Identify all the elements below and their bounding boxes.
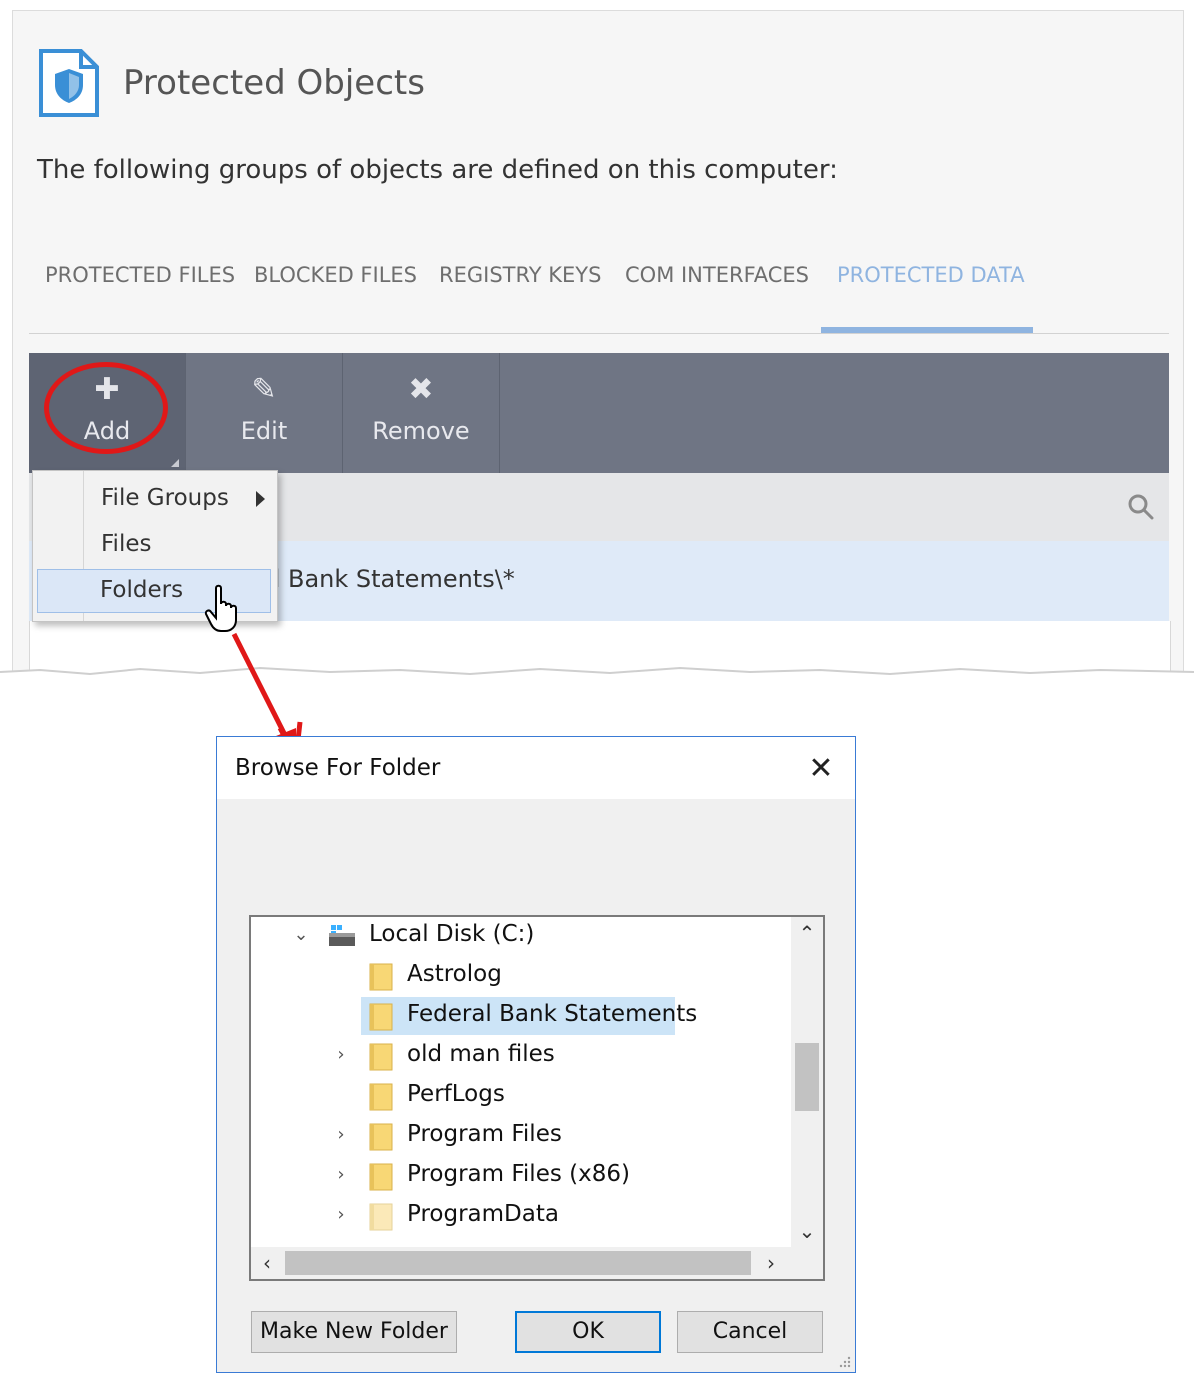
chevron-down-icon[interactable]: ⌄ bbox=[291, 923, 311, 947]
folder-icon bbox=[369, 1043, 393, 1071]
tree-item-label: Astrolog bbox=[407, 961, 502, 987]
pencil-icon: ✎ bbox=[251, 372, 277, 407]
scroll-up-icon[interactable]: ⌃ bbox=[791, 917, 823, 949]
annotation-circle bbox=[44, 362, 168, 454]
shield-document-icon bbox=[39, 49, 99, 117]
menu-item-file-groups[interactable]: File Groups bbox=[35, 477, 271, 521]
tree-item-label: Program Files bbox=[407, 1121, 562, 1147]
tree-item-perflogs[interactable]: PerfLogs bbox=[251, 1077, 791, 1115]
remove-button[interactable]: ✖ Remove bbox=[343, 353, 500, 473]
resize-grip-icon[interactable] bbox=[837, 1354, 851, 1368]
scroll-thumb[interactable] bbox=[285, 1251, 751, 1275]
tree-item-program-files-x86[interactable]: › Program Files (x86) bbox=[251, 1157, 791, 1195]
make-new-folder-button[interactable]: Make New Folder bbox=[251, 1311, 457, 1353]
ok-button[interactable]: OK bbox=[515, 1311, 661, 1353]
vertical-scrollbar[interactable]: ⌃ ⌄ bbox=[791, 917, 823, 1247]
dialog-title: Browse For Folder bbox=[235, 755, 441, 781]
scroll-down-icon[interactable]: ⌄ bbox=[791, 1215, 823, 1247]
tree-item-local-disk[interactable]: ⌄ Local Disk (C:) bbox=[251, 917, 791, 955]
search-icon[interactable] bbox=[1127, 493, 1155, 521]
menu-item-label: File Groups bbox=[101, 485, 229, 511]
tree-item-label: Program Files (x86) bbox=[407, 1161, 630, 1187]
tab-protected-data[interactable]: PROTECTED DATA bbox=[837, 263, 1025, 333]
menu-item-files[interactable]: Files bbox=[35, 523, 271, 567]
horizontal-scrollbar[interactable]: ‹ › bbox=[251, 1247, 823, 1279]
scroll-thumb[interactable] bbox=[795, 1043, 819, 1111]
tree-item-label: Federal Bank Statements bbox=[407, 1001, 698, 1027]
folder-tree: ⌄ Local Disk (C:) Astrolog Federal Bank … bbox=[249, 915, 825, 1281]
browse-for-folder-dialog: Browse For Folder ✕ ⌄ Local Disk (C:) As… bbox=[216, 736, 856, 1373]
dropdown-corner-icon bbox=[171, 459, 179, 467]
menu-item-label: Folders bbox=[100, 577, 184, 603]
tab-bar: PROTECTED FILES BLOCKED FILES REGISTRY K… bbox=[29, 263, 1169, 334]
tree-item-program-files[interactable]: › Program Files bbox=[251, 1117, 791, 1155]
folder-icon bbox=[369, 963, 393, 991]
edit-button-label: Edit bbox=[240, 417, 288, 445]
chevron-right-icon[interactable]: › bbox=[331, 1043, 351, 1067]
active-tab-indicator bbox=[821, 327, 1033, 333]
remove-button-label: Remove bbox=[372, 417, 470, 445]
folder-icon bbox=[369, 1163, 393, 1191]
scroll-left-icon[interactable]: ‹ bbox=[251, 1247, 283, 1279]
dialog-titlebar: Browse For Folder ✕ bbox=[217, 737, 855, 799]
chevron-right-icon[interactable]: › bbox=[331, 1123, 351, 1147]
toolbar: ✚ Add ✎ Edit ✖ Remove bbox=[29, 353, 1169, 473]
tab-protected-files[interactable]: PROTECTED FILES bbox=[45, 263, 235, 333]
tree-item-label: ProgramData bbox=[407, 1201, 559, 1227]
submenu-arrow-icon bbox=[256, 491, 265, 507]
drive-icon bbox=[329, 925, 355, 946]
tree-item-programdata[interactable]: › ProgramData bbox=[251, 1197, 791, 1235]
scroll-right-icon[interactable]: › bbox=[755, 1247, 787, 1279]
tree-item-label: PerfLogs bbox=[407, 1081, 505, 1107]
tree-item-astrolog[interactable]: Astrolog bbox=[251, 957, 791, 995]
chevron-right-icon[interactable]: › bbox=[331, 1163, 351, 1187]
cancel-button[interactable]: Cancel bbox=[677, 1311, 823, 1353]
page-subtitle: The following groups of objects are defi… bbox=[37, 155, 838, 185]
tab-registry-keys[interactable]: REGISTRY KEYS bbox=[439, 263, 601, 333]
tree-item-label: Local Disk (C:) bbox=[369, 921, 535, 947]
menu-item-label: Files bbox=[101, 531, 152, 557]
folder-icon bbox=[369, 1203, 393, 1231]
folder-icon bbox=[369, 1083, 393, 1111]
x-icon: ✖ bbox=[408, 372, 434, 407]
tree-item-old-man-files[interactable]: › old man files bbox=[251, 1037, 791, 1075]
tree-item-label: old man files bbox=[407, 1041, 555, 1067]
table-row-path: al Bank Statements\* bbox=[259, 565, 515, 593]
folder-icon bbox=[369, 1123, 393, 1151]
chevron-right-icon[interactable]: › bbox=[331, 1203, 351, 1227]
page-title: Protected Objects bbox=[123, 63, 425, 103]
torn-edge bbox=[0, 666, 1194, 690]
close-icon[interactable]: ✕ bbox=[801, 749, 841, 789]
edit-button[interactable]: ✎ Edit bbox=[186, 353, 343, 473]
tab-blocked-files[interactable]: BLOCKED FILES bbox=[254, 263, 417, 333]
tab-com-interfaces[interactable]: COM INTERFACES bbox=[625, 263, 809, 333]
folder-icon bbox=[369, 1003, 393, 1031]
hand-cursor-icon bbox=[204, 584, 237, 632]
tree-item-federal-bank-statements[interactable]: Federal Bank Statements bbox=[251, 997, 791, 1035]
